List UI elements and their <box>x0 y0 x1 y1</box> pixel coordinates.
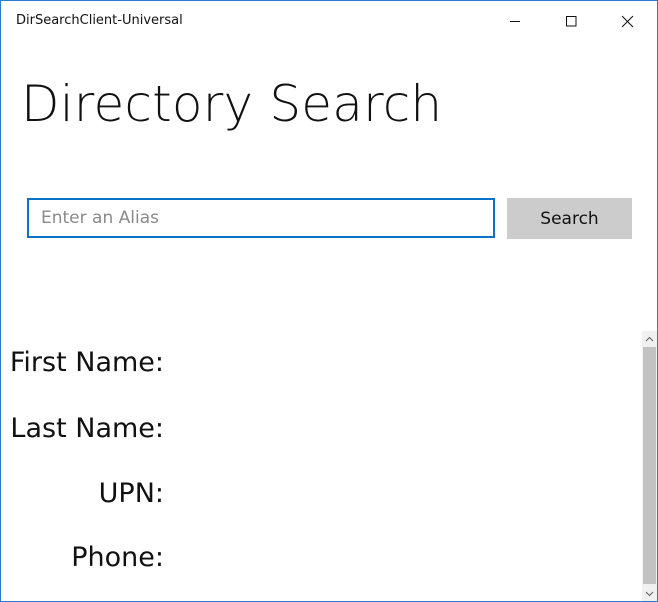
minimize-icon <box>510 21 520 22</box>
vertical-scrollbar[interactable] <box>642 331 657 601</box>
last-name-label: Last Name: <box>10 413 164 444</box>
chevron-up-icon <box>645 336 654 341</box>
window-title: DirSearchClient-Universal <box>16 13 183 28</box>
minimize-button[interactable] <box>487 1 543 41</box>
first-name-label: First Name: <box>9 347 164 378</box>
chevron-down-icon <box>645 591 654 596</box>
maximize-icon <box>566 16 577 27</box>
title-bar[interactable]: DirSearchClient-Universal <box>1 1 657 41</box>
maximize-button[interactable] <box>543 1 599 41</box>
search-button[interactable]: Search <box>507 198 632 239</box>
close-button[interactable] <box>599 1 655 41</box>
phone-label: Phone: <box>71 542 164 573</box>
scroll-thumb[interactable] <box>643 347 656 584</box>
app-window: DirSearchClient-Universal Directory Sear… <box>0 0 658 602</box>
close-icon <box>621 15 633 27</box>
upn-label: UPN: <box>98 478 164 509</box>
scroll-up-button[interactable] <box>642 331 657 346</box>
alias-search-input[interactable] <box>27 198 495 238</box>
page-title: Directory Search <box>21 75 443 133</box>
scroll-down-button[interactable] <box>642 586 657 601</box>
